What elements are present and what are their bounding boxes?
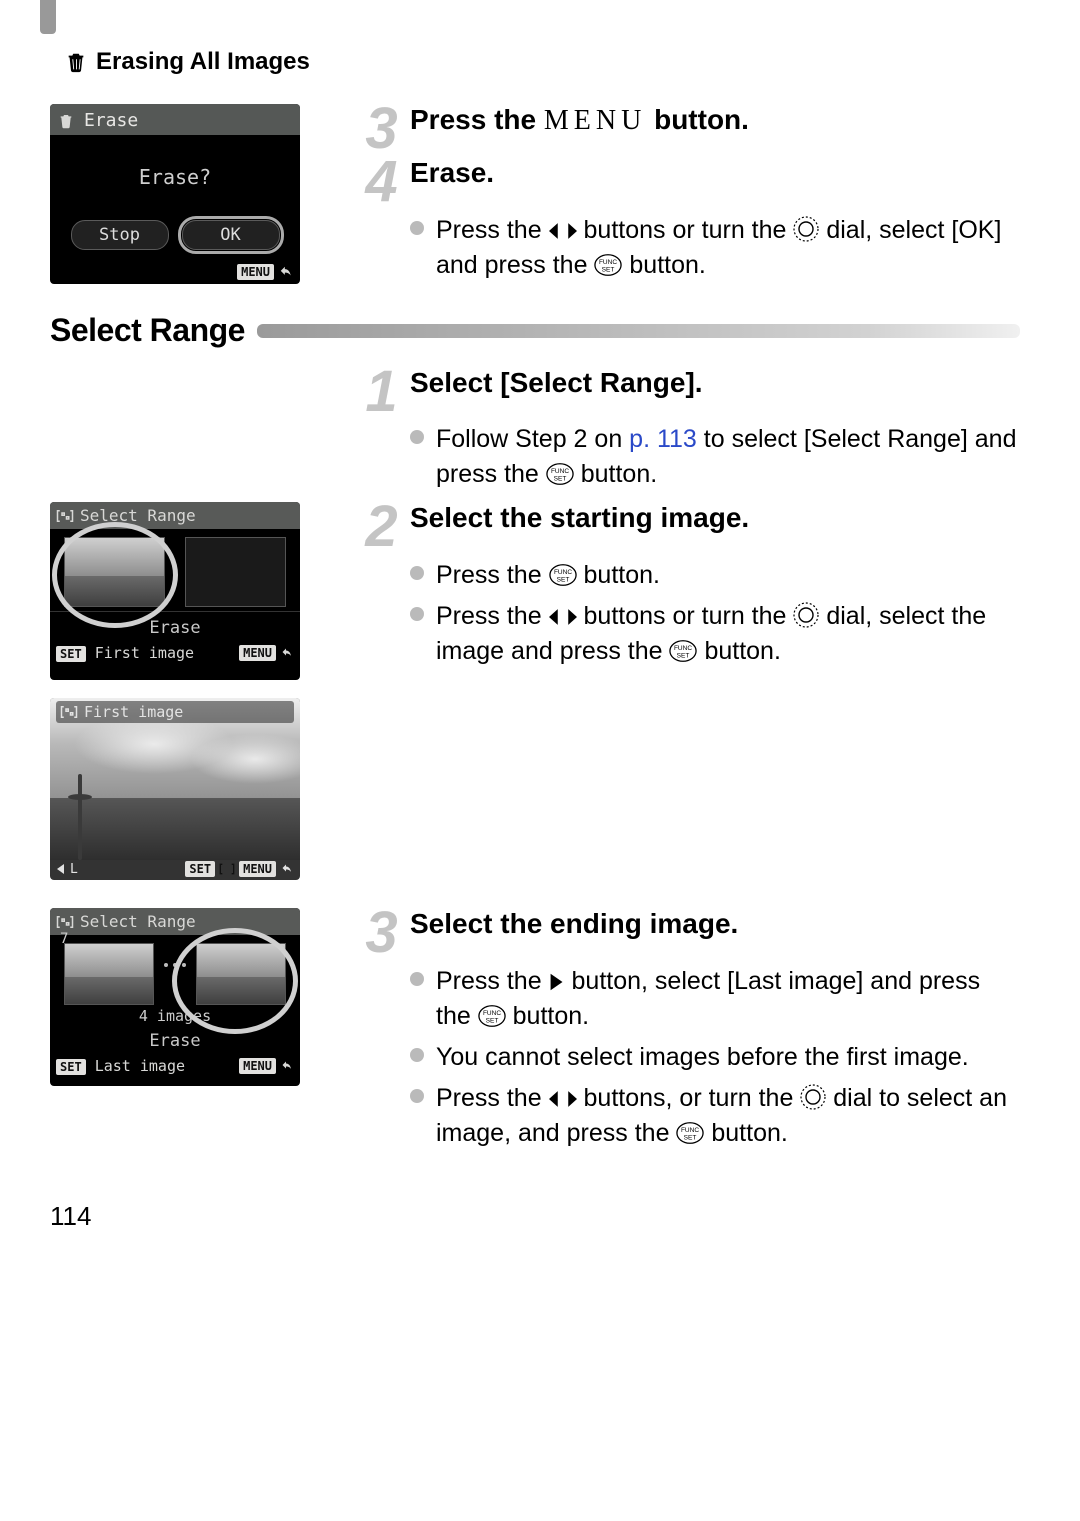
svg-text:FUNC: FUNC <box>674 645 692 652</box>
lcd-title: Select Range <box>80 912 196 931</box>
range-brackets-icon <box>56 915 74 929</box>
func-set-icon: FUNCSET <box>549 563 577 587</box>
lcd-erase-label: Erase <box>50 611 300 640</box>
right-arrow-icon <box>549 971 565 993</box>
photo-title: First image <box>84 703 183 721</box>
range-brackets-icon <box>56 509 74 523</box>
trash-icon <box>64 51 88 73</box>
left-right-arrows-icon <box>549 606 577 628</box>
menu-badge: MENU <box>239 645 276 661</box>
func-set-icon: FUNCSET <box>546 462 574 486</box>
return-icon <box>278 265 294 279</box>
step-bullet: You cannot select images before the firs… <box>410 1040 1020 1075</box>
set-badge: SET <box>56 1059 86 1075</box>
bullet-dot-icon <box>410 607 424 621</box>
return-icon <box>280 863 294 875</box>
lcd-title: Select Range <box>80 506 196 525</box>
bullet-dot-icon <box>410 430 424 444</box>
lcd-first-image-preview: First image L SET MENU <box>50 698 300 880</box>
control-dial-icon <box>800 1084 826 1110</box>
svg-text:FUNC: FUNC <box>483 1010 501 1017</box>
step-title: Select [Select Range]. <box>410 367 703 399</box>
menu-badge: MENU <box>239 861 276 877</box>
lcd-first-image-label: First image <box>95 644 194 662</box>
lcd-count: 4 images <box>50 1007 300 1025</box>
page-header: Erasing All Images <box>64 48 1020 76</box>
left-right-arrows-icon <box>549 1088 577 1110</box>
section-title: Select Range <box>50 312 245 349</box>
page-link[interactable]: p. 113 <box>629 425 697 453</box>
svg-text:SET: SET <box>602 266 615 273</box>
bullet-dot-icon <box>410 1048 424 1062</box>
lcd-erase-label: Erase <box>50 1025 300 1053</box>
ellipsis-icon <box>162 955 188 975</box>
set-badge: SET <box>56 646 86 662</box>
func-set-icon: FUNCSET <box>478 1004 506 1028</box>
control-dial-icon <box>793 602 819 628</box>
set-badge: SET <box>185 861 215 877</box>
lcd-prompt: Erase? <box>50 135 300 189</box>
trash-icon <box>58 112 74 130</box>
thumbnail-first <box>64 537 165 607</box>
func-set-icon: FUNCSET <box>676 1121 704 1145</box>
lcd-menu-badge: MENU <box>237 264 274 280</box>
lcd-title: Erase <box>84 110 138 131</box>
func-set-icon: FUNCSET <box>594 253 622 277</box>
bullet-dot-icon <box>410 221 424 235</box>
svg-text:FUNC: FUNC <box>551 468 569 475</box>
step-bullet: Follow Step 2 on p. 113 to select [Selec… <box>410 422 1020 492</box>
step-bullet: Press the FUNCSET button. <box>410 558 1020 593</box>
range-brackets-icon <box>219 863 235 875</box>
left-arrow-icon <box>56 863 68 875</box>
step-bullet: Press the buttons or turn the dial, sele… <box>410 599 1020 669</box>
page-number: 114 <box>50 1201 1020 1232</box>
section-header: Select Range <box>50 312 1020 349</box>
lcd-stop-button[interactable]: Stop <box>71 220 169 250</box>
lcd-ok-button[interactable]: OK <box>182 220 280 250</box>
lcd-erase-dialog: Erase Erase? Stop OK MENU <box>50 104 300 284</box>
step-number: 2 <box>356 502 404 551</box>
step-number: 3 <box>356 908 404 957</box>
bullet-dot-icon <box>410 1089 424 1103</box>
step-number: 3 <box>356 104 404 153</box>
svg-text:SET: SET <box>556 576 569 583</box>
step-title: Select the starting image. <box>410 502 749 534</box>
lcd-last-image-label: Last image <box>95 1057 185 1075</box>
svg-text:SET: SET <box>553 476 566 483</box>
left-right-arrows-icon <box>549 220 577 242</box>
step-number: 4 <box>356 157 404 206</box>
svg-text:SET: SET <box>485 1017 498 1024</box>
control-dial-icon <box>793 216 819 242</box>
thumbnail-last <box>196 943 286 1005</box>
step-title: Erase. <box>410 157 494 189</box>
svg-text:FUNC: FUNC <box>554 569 572 576</box>
step-bullet: Press the button, select [Last image] an… <box>410 964 1020 1034</box>
thumbnail-first <box>64 943 154 1005</box>
size-L-label: L <box>70 862 78 877</box>
menu-text-icon: MENU <box>544 105 646 136</box>
step-bullet: Press the buttons, or turn the dial to s… <box>410 1081 1020 1151</box>
return-icon <box>280 647 294 659</box>
svg-text:FUNC: FUNC <box>599 259 617 266</box>
bullet-dot-icon <box>410 566 424 580</box>
svg-text:FUNC: FUNC <box>681 1127 699 1134</box>
lcd-select-range-start: Select Range Erase SET First image MENU <box>50 502 300 680</box>
page-header-title: Erasing All Images <box>96 48 310 76</box>
svg-text:SET: SET <box>677 652 690 659</box>
svg-text:SET: SET <box>684 1134 697 1141</box>
return-icon <box>280 1060 294 1072</box>
step-title: Select the ending image. <box>410 908 738 940</box>
menu-badge: MENU <box>239 1058 276 1074</box>
thumbnail-index-label: 7 <box>60 931 68 947</box>
step-bullet: Press the buttons or turn the dial, sele… <box>410 213 1020 283</box>
section-rule <box>257 324 1020 338</box>
range-brackets-icon <box>60 705 78 719</box>
page-tab-mark <box>40 0 56 34</box>
thumbnail-empty <box>185 537 286 607</box>
func-set-icon: FUNCSET <box>669 639 697 663</box>
step-number: 1 <box>356 367 404 416</box>
step-title: Press the MENU button. <box>410 104 749 137</box>
lcd-select-range-end: Select Range 7 4 images Erase SET Last i… <box>50 908 300 1086</box>
bullet-dot-icon <box>410 972 424 986</box>
